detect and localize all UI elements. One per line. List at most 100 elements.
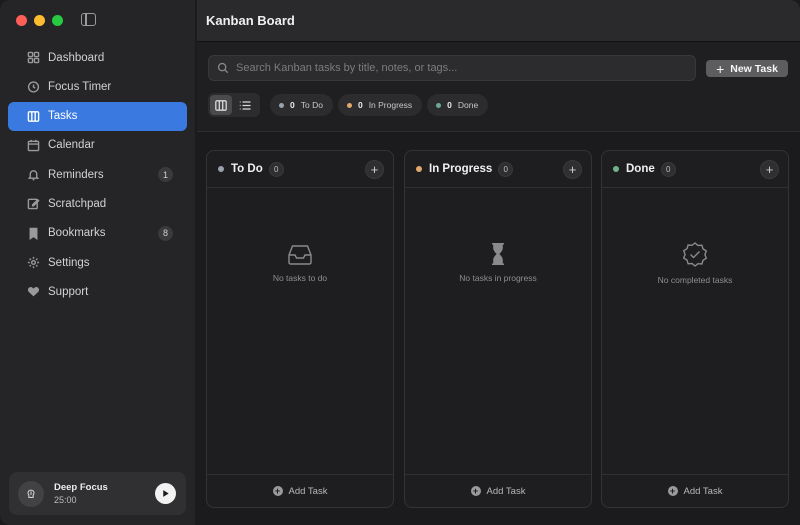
play-button[interactable] [155,483,176,504]
brain-icon [18,481,44,507]
in-progress-status-dot [346,102,352,108]
sidebar-item-label: Scratchpad [48,197,107,210]
inbox-icon [288,245,312,265]
minimize-window-button[interactable] [34,15,45,26]
list-icon [239,100,251,110]
calendar-icon [26,138,40,152]
column-add-button[interactable]: + [365,160,384,179]
search-input[interactable] [236,62,676,74]
sidebar-item-label: Dashboard [48,51,105,64]
board-view-button[interactable] [210,95,232,115]
kanban-column-done: Done 0 + No completed tasks + Add Task [601,150,789,508]
sidebar-item-focus-timer[interactable]: Focus Timer [8,72,187,101]
in-progress-count-label: In Progress [368,100,413,110]
in-progress-count: 0 [357,100,363,110]
header: Kanban Board [197,0,800,42]
new-task-button[interactable]: + New Task [706,60,788,77]
empty-state-text: No tasks to do [272,273,328,283]
add-circle-icon: + [667,486,678,496]
focus-session-card[interactable]: Deep Focus 25:00 [9,472,186,515]
sidebar-item-label: Support [48,285,89,298]
focus-session-title: Deep Focus [54,482,108,493]
sidebar-item-scratchpad[interactable]: Scratchpad [8,189,187,218]
hourglass-icon [492,243,504,265]
main-content: Kanban Board + New Task [197,0,800,525]
status-dot [416,166,422,172]
column-count: 0 [498,161,514,177]
column-add-button[interactable]: + [760,160,779,179]
todo-count-label: To Do [300,100,323,110]
columns-icon [215,99,227,111]
empty-state: No tasks to do [207,241,393,283]
sidebar-item-label: Focus Timer [48,80,112,93]
toolbar: + New Task 0 To Do 0 [197,42,800,132]
bookmark-icon [26,226,40,240]
heart-icon [26,285,40,299]
empty-state-text: No tasks in progress [459,273,537,283]
grid-icon [26,51,40,65]
sidebar-toggle-icon[interactable] [81,13,96,26]
check-badge-icon [682,242,708,267]
empty-state: No completed tasks [602,241,788,285]
reminders-count-badge: 1 [158,167,173,183]
gear-icon [26,256,40,270]
sidebar-item-bookmarks[interactable]: Bookmarks 8 [8,219,187,248]
add-task-label: Add Task [683,485,723,497]
todo-count-pill[interactable]: 0 To Do [270,94,333,116]
sidebar-item-calendar[interactable]: Calendar [8,131,187,160]
sidebar-item-dashboard[interactable]: Dashboard [8,43,187,72]
add-task-button[interactable]: + Add Task [602,474,788,507]
view-toggle [208,93,260,117]
status-dot [613,166,619,172]
done-count-pill[interactable]: 0 Done [427,94,489,116]
column-title: Done [626,163,655,175]
sidebar-item-settings[interactable]: Settings [8,248,187,277]
add-circle-icon: + [470,486,481,496]
add-task-button[interactable]: + Add Task [405,474,591,507]
add-task-button[interactable]: + Add Task [207,474,393,507]
timer-icon [26,80,40,94]
done-count-label: Done [457,100,479,110]
add-circle-icon: + [272,486,283,496]
columns-icon [26,109,40,123]
sidebar-item-tasks[interactable]: Tasks [8,101,187,131]
search-box[interactable] [208,55,696,81]
column-count: 0 [660,161,676,177]
list-view-button[interactable] [234,95,256,115]
empty-state-text: No completed tasks [657,275,733,285]
sidebar-item-reminders[interactable]: Reminders 1 [8,160,187,189]
empty-state: No tasks in progress [405,241,591,283]
add-task-label: Add Task [486,485,526,497]
search-icon [217,62,229,74]
sidebar: Dashboard Focus Timer Tasks Calendar Rem… [0,0,196,525]
in-progress-count-pill[interactable]: 0 In Progress [337,94,423,116]
done-count: 0 [447,100,452,110]
column-count: 0 [268,161,284,177]
status-counts: 0 To Do 0 In Progress 0 Done [270,94,489,116]
close-window-button[interactable] [16,15,27,26]
page-title: Kanban Board [206,13,295,28]
kanban-column-in-progress: In Progress 0 + No tasks in progress + A… [404,150,592,508]
todo-status-dot [279,102,284,108]
sidebar-nav: Dashboard Focus Timer Tasks Calendar Rem… [8,43,187,307]
sidebar-item-label: Reminders [48,168,104,181]
zoom-window-button[interactable] [52,15,63,26]
column-add-button[interactable]: + [563,160,582,179]
column-title: In Progress [429,163,493,175]
sidebar-item-label: Bookmarks [48,227,106,240]
add-task-label: Add Task [288,485,328,497]
status-dot [218,166,224,172]
plus-icon: + [716,60,725,77]
kanban-column-todo: To Do 0 + No tasks to do + Add Task [206,150,394,508]
edit-icon [26,197,40,211]
app-window: Dashboard Focus Timer Tasks Calendar Rem… [0,0,800,525]
column-header: In Progress 0 + [405,151,591,188]
column-title: To Do [231,163,263,175]
todo-count: 0 [290,100,295,110]
done-status-dot [436,102,442,108]
sidebar-item-label: Tasks [48,110,78,123]
column-header: To Do 0 + [207,151,393,188]
sidebar-item-label: Calendar [48,139,95,152]
new-task-label: New Task [730,62,778,75]
sidebar-item-support[interactable]: Support [8,277,187,306]
